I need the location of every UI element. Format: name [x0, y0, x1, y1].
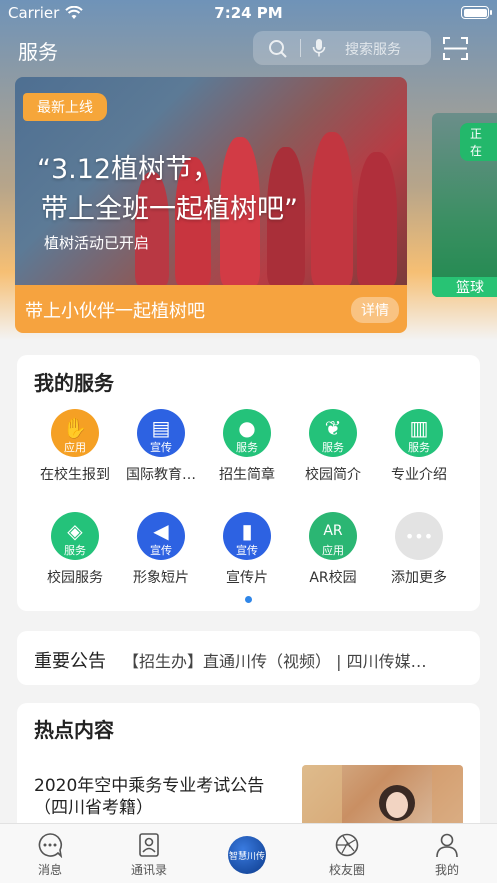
status-time: 7:24 PM [214, 4, 283, 22]
banner-headline-line2: 带上全班一起植树吧” [41, 194, 298, 225]
hot-item-title[interactable]: 2020年空中乘务专业考试公告（四川省考籍） [34, 775, 294, 819]
tab-alumni[interactable]: 校友圈 [307, 832, 387, 878]
status-bar: Carrier 7:24 PM [0, 0, 497, 26]
search-divider [300, 39, 301, 57]
announcement-card[interactable]: 重要公告 【招生办】直通川传（视频） | 四川传媒… [17, 631, 480, 685]
service-person[interactable]: ● 服务招生简章 [204, 409, 290, 484]
document-icon-glyph: ▤ [151, 416, 171, 440]
service-more[interactable]: ••• 添加更多 [376, 512, 462, 587]
service-label: 形象短片 [133, 570, 189, 586]
logo-icon[interactable]: 智慧川传 [228, 836, 266, 874]
tab-profile[interactable]: 我的 [407, 832, 487, 878]
profile-icon [436, 833, 458, 858]
compass-icon: ◈ 服务 [51, 512, 99, 560]
more-icon-glyph: ••• [404, 526, 434, 546]
next-banner-footer: 篮球赛 [432, 277, 497, 297]
tab-logo-text: 智慧川传 [228, 851, 265, 862]
more-icon: ••• [395, 512, 443, 560]
hand-icon-glyph: ✋ [62, 416, 88, 440]
speaker-icon: ◀ 宣传 [137, 512, 185, 560]
services-title: 我的服务 [34, 371, 114, 395]
person-icon: ● 服务 [223, 409, 271, 457]
next-banner-peek[interactable]: 正在 篮球赛 [432, 113, 497, 297]
service-badge: 宣传 [150, 544, 172, 557]
page-indicator [245, 596, 252, 603]
search-placeholder: 搜索服务 [345, 42, 401, 58]
hot-content-card: 热点内容 2020年空中乘务专业考试公告（四川省考籍） [17, 703, 480, 843]
banner-footer: 带上小伙伴一起植树吧 详情 [15, 285, 407, 333]
service-badge: 服务 [236, 441, 258, 454]
tab-profile-label: 我的 [434, 863, 459, 877]
tab-messages-label: 消息 [37, 863, 62, 877]
microphone-icon[interactable] [312, 38, 326, 58]
contacts-icon [139, 833, 159, 857]
person-icon-glyph: ● [238, 416, 256, 440]
banner-headline-line1: “3.12植树节， [37, 154, 220, 185]
service-label: 宣传片 [226, 570, 268, 586]
service-document[interactable]: ▤ 宣传国际教育… [118, 409, 204, 484]
service-badge: 服务 [322, 441, 344, 454]
service-ar[interactable]: AR 应用 AR校园 [290, 512, 376, 587]
hot-content-title: 热点内容 [34, 718, 114, 742]
service-label: 专业介绍 [391, 467, 447, 483]
tab-contacts[interactable]: 通讯录 [109, 832, 189, 878]
service-badge: 宣传 [236, 544, 258, 557]
service-badge: 应用 [64, 441, 86, 454]
service-label: 校园简介 [305, 467, 361, 483]
leaf-icon: ❦ 服务 [309, 409, 357, 457]
service-book[interactable]: ▥ 服务专业介绍 [376, 409, 462, 484]
promo-banner[interactable]: 最新上线 “3.12植树节， 带上全班一起植树吧” 植树活动已开启 带上小伙伴一… [15, 77, 407, 333]
battery-icon [461, 6, 492, 19]
service-hand[interactable]: ✋ 应用在校生报到 [32, 409, 118, 484]
tab-alumni-label: 校友圈 [328, 863, 365, 877]
service-badge: 宣传 [150, 441, 172, 454]
service-label: 在校生报到 [40, 467, 110, 483]
tab-bar: 消息 通讯录 智慧川传 校友圈 我的 [0, 823, 497, 883]
message-icon [38, 833, 63, 858]
service-bookmark[interactable]: ▮ 宣传宣传片 [204, 512, 290, 587]
tab-messages[interactable]: 消息 [10, 832, 90, 878]
announcement-text[interactable]: 【招生办】直通川传（视频） | 四川传媒… [123, 648, 427, 672]
page-title: 服务 [18, 40, 58, 64]
service-label: 校园服务 [47, 570, 103, 586]
book-icon-glyph: ▥ [409, 416, 429, 440]
book-icon: ▥ 服务 [395, 409, 443, 457]
leaf-icon-glyph: ❦ [324, 416, 342, 440]
banner-subtitle: 植树活动已开启 [44, 234, 150, 252]
banner-detail-button[interactable]: 详情 [351, 297, 399, 323]
service-label: AR校园 [309, 570, 357, 586]
service-leaf[interactable]: ❦ 服务校园简介 [290, 409, 376, 484]
compass-icon-glyph: ◈ [67, 519, 83, 543]
next-banner-tag: 正在 [460, 123, 497, 161]
ar-icon-glyph: AR [323, 523, 343, 539]
banner-footer-text: 带上小伙伴一起植树吧 [25, 301, 205, 322]
announcement-title: 重要公告 [34, 651, 106, 672]
hand-icon: ✋ 应用 [51, 409, 99, 457]
banner-tag: 最新上线 [23, 93, 107, 121]
tab-contacts-label: 通讯录 [130, 863, 167, 877]
service-badge: 服务 [408, 441, 430, 454]
my-services-card: 我的服务 ✋ 应用 在校生报到 ▤ 宣传 国际教育… ● 服务 招生简章 ❦ 服务 校园简介 ▥ 服务 专业… [17, 355, 480, 611]
service-label: 国际教育… [126, 467, 196, 483]
search-input[interactable]: 搜索服务 [253, 31, 431, 65]
service-speaker[interactable]: ◀ 宣传形象短片 [118, 512, 204, 587]
search-icon [269, 40, 287, 58]
service-badge: 应用 [322, 544, 344, 557]
service-label: 添加更多 [391, 570, 447, 586]
service-badge: 服务 [64, 544, 86, 557]
document-icon: ▤ 宣传 [137, 409, 185, 457]
speaker-icon-glyph: ◀ [153, 519, 169, 543]
service-label: 招生简章 [219, 467, 275, 483]
bookmark-icon: ▮ 宣传 [223, 512, 271, 560]
scan-icon[interactable] [443, 36, 468, 61]
bookmark-icon-glyph: ▮ [241, 519, 253, 543]
ar-icon: AR 应用 [309, 512, 357, 560]
service-compass[interactable]: ◈ 服务校园服务 [32, 512, 118, 587]
aperture-icon [335, 833, 359, 857]
